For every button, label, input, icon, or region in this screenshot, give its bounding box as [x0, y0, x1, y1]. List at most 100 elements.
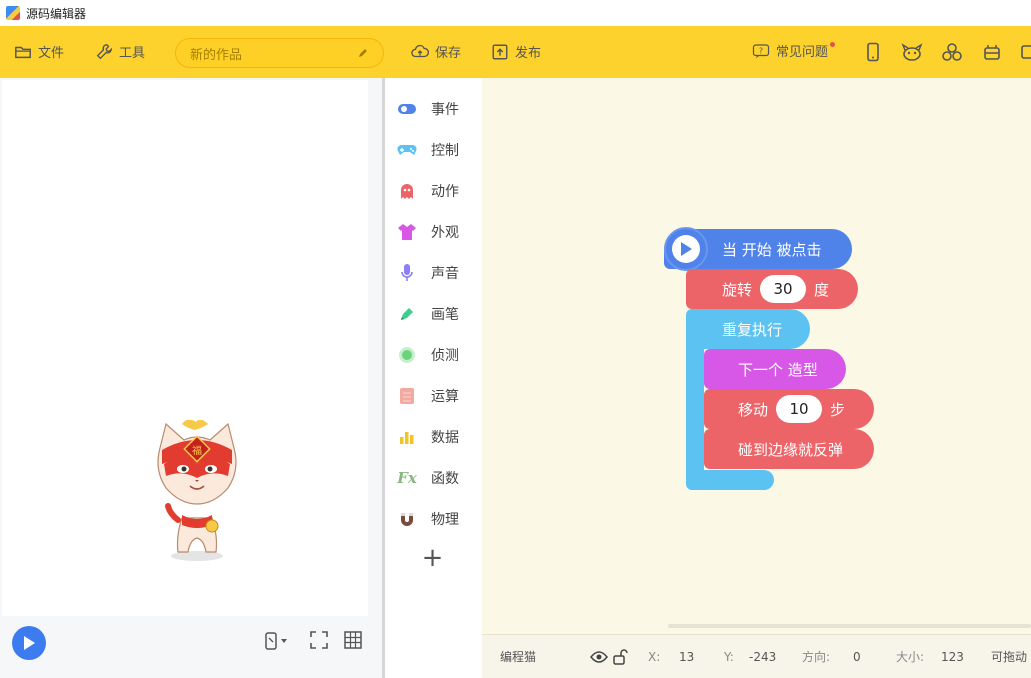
- category-label: 声音: [431, 265, 459, 282]
- bar-chart-icon: [397, 427, 417, 447]
- category-label: 运算: [431, 388, 459, 405]
- microphone-icon: [397, 263, 417, 283]
- y-value-field[interactable]: -243: [749, 650, 776, 664]
- turn-label: 旋转: [722, 280, 753, 299]
- category-functions[interactable]: Fx 函数: [385, 457, 482, 498]
- turn-unit: 度: [814, 280, 830, 299]
- play-icon: [681, 242, 692, 256]
- app-logo-icon: [6, 6, 20, 20]
- x-value-field[interactable]: 13: [679, 650, 694, 664]
- event-hat: [664, 227, 708, 271]
- save-label: 保存: [435, 46, 462, 61]
- code-workspace[interactable]: 重复执行 当 开始 被点击 旋转 30 度 下一个 造型 移动 10 步 碰到边…: [482, 78, 1031, 634]
- file-menu-label: 文件: [38, 46, 65, 61]
- sprite-name-field[interactable]: 编程猫: [500, 648, 536, 665]
- move-unit: 步: [830, 400, 846, 419]
- category-label: 动作: [431, 183, 459, 200]
- svg-text:福: 福: [192, 444, 202, 457]
- toggle-icon: [397, 99, 417, 119]
- wrench-icon: [96, 43, 112, 59]
- move-label: 移动: [738, 400, 769, 419]
- category-sensing[interactable]: 侦测: [385, 334, 482, 375]
- fullscreen-icon[interactable]: [310, 631, 328, 649]
- ghost-icon: [397, 181, 417, 201]
- category-sound[interactable]: 声音: [385, 252, 482, 293]
- draggable-toggle-label[interactable]: 可拖动: [991, 648, 1027, 665]
- file-menu[interactable]: 文件: [14, 42, 64, 61]
- category-looks[interactable]: 外观: [385, 211, 482, 252]
- category-label: 控制: [431, 142, 459, 159]
- folder-icon: [15, 46, 31, 58]
- next-costume-label: 下一个 造型: [738, 360, 818, 379]
- category-pen[interactable]: 画笔: [385, 293, 482, 334]
- play-icon: [24, 636, 35, 650]
- size-label: 大小:: [896, 650, 925, 664]
- sprite-info-bar: 编程猫 X: 13 Y: -243 方向: 0 大小: 123 可拖动: [482, 634, 1031, 678]
- category-label: 侦测: [431, 347, 459, 364]
- category-motion[interactable]: 动作: [385, 170, 482, 211]
- top-toolbar: 文件 工具 新的作品 保存 发布 ? 常见问题: [0, 26, 1031, 78]
- mobile-preview-icon[interactable]: [864, 42, 882, 62]
- x-label: X:: [648, 649, 661, 664]
- repeat-forever-block[interactable]: 重复执行: [686, 309, 810, 349]
- next-costume-block[interactable]: 下一个 造型: [704, 349, 846, 389]
- category-physics[interactable]: 物理: [385, 498, 482, 539]
- category-data[interactable]: 数据: [385, 416, 482, 457]
- svg-text:?: ?: [759, 46, 763, 55]
- size-value-field[interactable]: 123: [941, 650, 964, 664]
- bounce-label: 碰到边缘就反弹: [738, 440, 844, 459]
- turn-block[interactable]: 旋转 30 度: [686, 269, 858, 309]
- direction-label: 方向:: [802, 650, 831, 664]
- tools-menu-label: 工具: [119, 46, 146, 61]
- device-select[interactable]: [264, 631, 288, 651]
- category-label: 画笔: [431, 306, 459, 323]
- category-label: 事件: [431, 101, 459, 118]
- robot-dog-icon[interactable]: [901, 42, 923, 62]
- publish-label: 发布: [515, 46, 542, 61]
- faq-button[interactable]: ? 常见问题: [752, 41, 836, 60]
- run-button[interactable]: [12, 626, 46, 660]
- calculator-icon: [397, 386, 417, 406]
- save-button[interactable]: 保存: [411, 42, 461, 61]
- grid-icon[interactable]: [344, 631, 362, 649]
- move-steps-input[interactable]: 10: [776, 395, 823, 423]
- bounce-on-edge-block[interactable]: 碰到边缘就反弹: [704, 429, 874, 469]
- category-label: 物理: [431, 511, 459, 528]
- sprite-cat[interactable]: 福: [152, 420, 242, 565]
- window-title: 源码编辑器: [26, 6, 87, 21]
- stage-canvas[interactable]: 福: [2, 80, 368, 616]
- unlock-icon[interactable]: [612, 648, 628, 665]
- repeat-block-arm: [686, 347, 704, 474]
- category-control[interactable]: 控制: [385, 129, 482, 170]
- project-name-text: 新的作品: [190, 47, 243, 63]
- publish-icon: [492, 44, 508, 59]
- project-name-input[interactable]: 新的作品: [175, 38, 384, 68]
- when-clicked-label: 当 开始 被点击: [722, 240, 822, 259]
- magnet-icon: [397, 509, 417, 529]
- question-chat-icon: ?: [752, 43, 770, 58]
- fx-icon: Fx: [397, 468, 417, 487]
- gamepad-icon: [397, 140, 417, 160]
- category-events[interactable]: 事件: [385, 88, 482, 129]
- extension-icon[interactable]: [982, 42, 1002, 62]
- turn-degrees-input[interactable]: 30: [760, 275, 807, 303]
- publish-button[interactable]: 发布: [491, 42, 541, 61]
- workspace-scrollbar[interactable]: [668, 624, 1031, 628]
- radar-icon: [397, 345, 417, 365]
- phone-icon: [265, 632, 277, 650]
- move-steps-block[interactable]: 移动 10 步: [704, 389, 874, 429]
- when-start-clicked-block[interactable]: 当 开始 被点击: [664, 227, 852, 271]
- tools-menu[interactable]: 工具: [95, 42, 145, 61]
- direction-value-field[interactable]: 0: [853, 650, 861, 664]
- category-label: 函数: [431, 470, 459, 487]
- category-label: 外观: [431, 224, 459, 241]
- stage-panel: 福: [0, 78, 382, 678]
- block-category-bar: 事件 控制 动作 外观 声音 画笔 侦测 运算 数据 Fx 函数 物理 +: [382, 78, 482, 678]
- more-icon[interactable]: [1020, 42, 1031, 62]
- add-category-button[interactable]: +: [383, 545, 482, 571]
- caret-down-icon: [281, 639, 287, 643]
- community-icon[interactable]: [941, 41, 963, 63]
- repeat-label: 重复执行: [722, 320, 783, 339]
- category-operators[interactable]: 运算: [385, 375, 482, 416]
- visibility-eye-icon[interactable]: [590, 650, 608, 664]
